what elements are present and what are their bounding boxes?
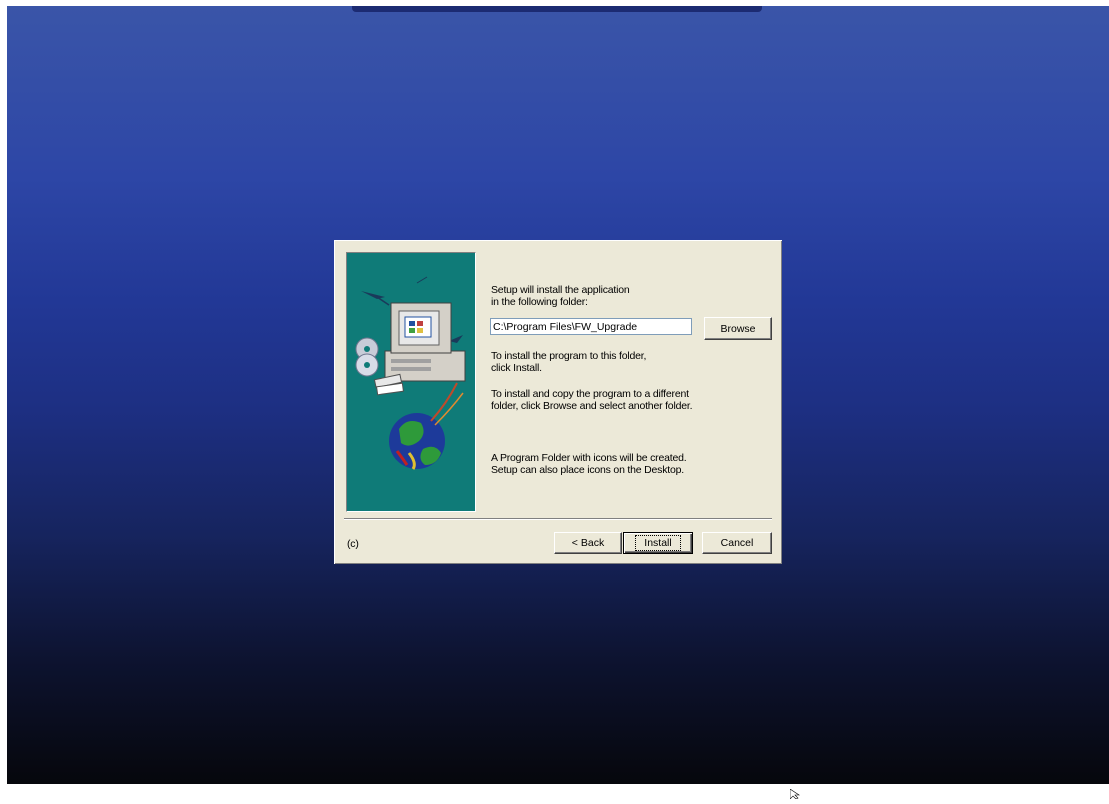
browse-hint-text: To install and copy the program to a dif… [491, 388, 693, 412]
copyright-text: (c) [347, 538, 359, 550]
browse-hint-line-2: folder, click Browse and select another … [491, 400, 693, 412]
folder-note-text: A Program Folder with icons will be crea… [491, 452, 687, 476]
intro-line-2: in the following folder: [491, 296, 588, 308]
install-hint-line-1: To install the program to this folder, [491, 350, 647, 362]
back-button[interactable]: < Back [554, 532, 622, 554]
cancel-button[interactable]: Cancel [702, 532, 772, 554]
install-path-field[interactable] [490, 318, 692, 335]
browse-hint-line-1: To install and copy the program to a dif… [491, 388, 689, 400]
computer-globe-illustration-icon [355, 276, 466, 470]
install-hint-text: To install the program to this folder, c… [491, 350, 646, 374]
button-separator [344, 518, 772, 520]
folder-note-line-2: Setup can also place icons on the Deskto… [491, 464, 684, 476]
browse-button[interactable]: Browse [704, 317, 772, 340]
intro-text: Setup will install the application in th… [491, 284, 630, 308]
install-hint-line-2: click Install. [491, 362, 542, 374]
top-window-edge [352, 6, 762, 12]
setup-side-image [346, 252, 476, 512]
mouse-pointer-icon [789, 786, 802, 804]
intro-line-1: Setup will install the application [491, 284, 630, 296]
setup-dialog: Setup will install the application in th… [334, 240, 782, 564]
install-button-label: Install [635, 535, 681, 551]
install-button[interactable]: Install [623, 532, 693, 554]
folder-note-line-1: A Program Folder with icons will be crea… [491, 452, 687, 464]
